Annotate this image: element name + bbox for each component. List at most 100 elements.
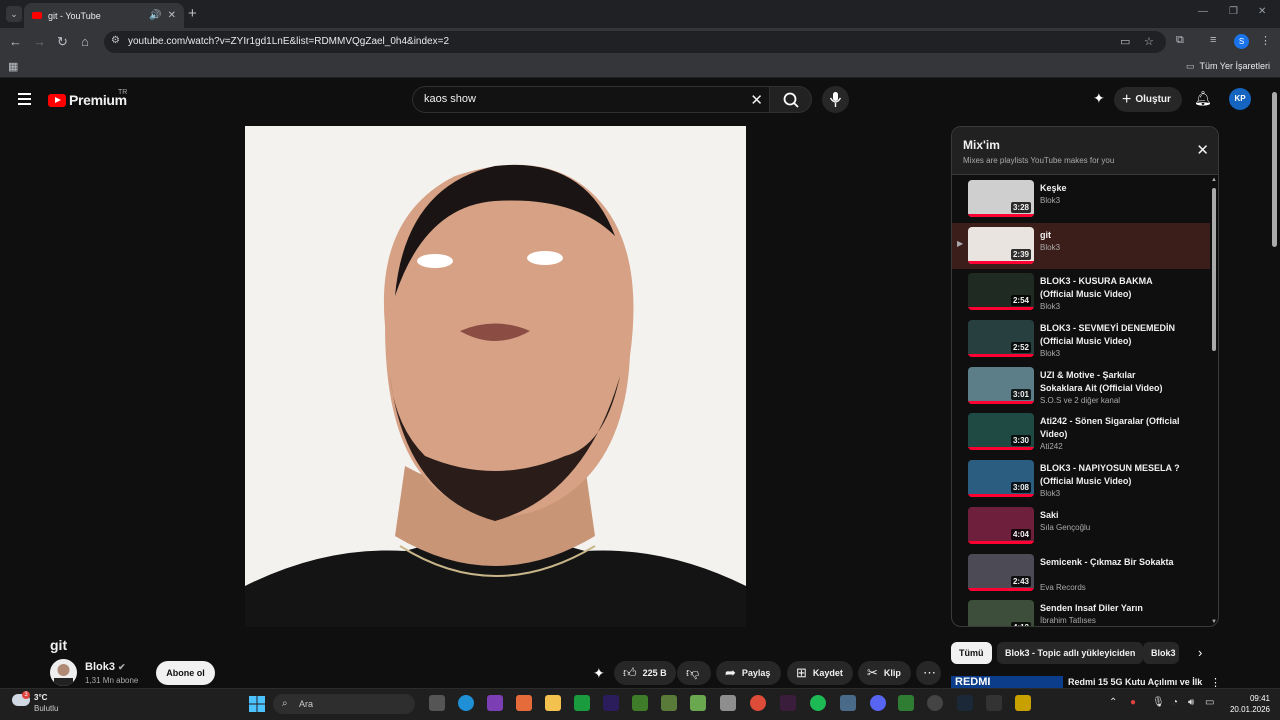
audio-playing-icon[interactable]: 🔊 [149, 10, 161, 21]
obs-icon[interactable] [927, 695, 943, 711]
chrome-icon[interactable] [750, 695, 766, 711]
new-tab-button[interactable]: + [188, 5, 197, 22]
search-button[interactable] [770, 86, 812, 113]
apps-grid-icon[interactable]: ▦ [8, 60, 18, 73]
browser-tab[interactable]: git - YouTube 🔊 ✕ [24, 3, 184, 28]
tray-overflow-icon[interactable]: ⌃ [1109, 697, 1117, 708]
forward-icon[interactable]: → [33, 34, 46, 49]
microphone-tray-icon[interactable]: 🎙︎ [1152, 697, 1165, 708]
back-icon[interactable]: ← [9, 34, 22, 49]
chip-all[interactable]: Tümü [951, 642, 992, 664]
recommended-video-title[interactable]: Redmi 15 5G Kutu Açılımı ve İlk [1068, 677, 1202, 687]
windows-start-icon[interactable] [249, 696, 265, 712]
playlist-item[interactable]: 3:30 Ati242 - Sönen Sigaralar (Official V… [952, 409, 1210, 456]
minimize-icon[interactable]: — [1198, 6, 1208, 17]
bookmark-star-icon[interactable]: ☆ [1144, 35, 1154, 48]
channel-name[interactable]: Blok3 ✔ [85, 661, 126, 673]
scroll-down-icon[interactable]: ▼ [1211, 619, 1217, 625]
channel-avatar[interactable] [50, 659, 77, 686]
chevron-right-icon[interactable]: › [1198, 645, 1202, 660]
chip-channel[interactable]: Blok3 [1143, 642, 1179, 664]
share-button[interactable]: ➦ Paylaş [716, 661, 781, 685]
clip-button[interactable]: ✂ Klip [858, 661, 911, 685]
app-icon[interactable] [898, 695, 914, 711]
account-avatar[interactable]: KP [1229, 88, 1251, 110]
page-scroll-thumb[interactable] [1272, 92, 1277, 247]
tab-close-icon[interactable]: ✕ [168, 10, 176, 21]
network-icon[interactable]: ◔ [1172, 697, 1178, 708]
file-explorer-icon[interactable] [545, 695, 561, 711]
app-icon[interactable] [487, 695, 503, 711]
playlist-item-title: BLOK3 - NAPIYOSUN MESELA ? (Official Mus… [1040, 463, 1180, 487]
app-icon[interactable] [840, 695, 856, 711]
save-button[interactable]: ⊞ Kaydet [787, 661, 853, 685]
subscribe-button[interactable]: Abone ol [156, 661, 215, 685]
video-player[interactable] [245, 126, 746, 627]
playlist-item-title: BLOK3 - SEVMEYİ DENEMEDİN (Official Musi… [1040, 323, 1176, 347]
playlist-item[interactable]: 2:52 BLOK3 - SEVMEYİ DENEMEDİN (Official … [952, 316, 1210, 363]
playlist-item[interactable]: 4:04 Saki Sıla Gençoğlu [952, 503, 1210, 550]
playlist-item[interactable]: 2:43 Semicenk - Çıkmaz Bir Sokakta Eva Rec… [952, 550, 1210, 597]
app-icon[interactable] [1015, 695, 1031, 711]
tray-app-icon[interactable]: ● [1130, 697, 1136, 708]
page-scrollbar[interactable] [1268, 80, 1280, 688]
edge-icon[interactable] [458, 695, 474, 711]
cast-icon[interactable]: ▭ [1120, 35, 1130, 48]
voice-search-button[interactable] [822, 86, 849, 113]
youtube-premium-logo[interactable]: Premium TR [48, 89, 127, 108]
steam-icon[interactable] [957, 695, 973, 711]
playlist-item-channel: Blok3 [1040, 196, 1061, 205]
site-info-icon[interactable]: ⚙ [111, 35, 120, 46]
premiere-icon[interactable] [603, 695, 619, 711]
reload-icon[interactable]: ↻ [57, 34, 68, 50]
copilot-icon[interactable] [516, 695, 532, 711]
app-icon[interactable] [986, 695, 1002, 711]
guide-menu-icon[interactable] [18, 93, 31, 105]
chip-topic-uploader[interactable]: Blok3 - Topic adlı yükleyiciden [997, 642, 1144, 664]
maximize-icon[interactable]: ❐ [1229, 6, 1238, 17]
bookmarks-bar: ▦ ▭ Tüm Yer İşaretleri [0, 56, 1280, 78]
search-input[interactable]: kaos show ✕ [412, 86, 770, 113]
discord-icon[interactable] [870, 695, 886, 711]
notifications-bell-icon[interactable]: 🔔︎ [1194, 90, 1212, 107]
window-close-icon[interactable]: ✕ [1258, 6, 1266, 17]
playlist-item[interactable]: 3:28 Keşke Blok3 [952, 176, 1210, 223]
create-button[interactable]: + Oluştur [1114, 87, 1182, 112]
volume-icon[interactable]: 🔊︎ [1188, 697, 1194, 708]
playlist-item[interactable]: 3:01 UZI & Motive - Şarkılar Sokaklara Ai… [952, 363, 1210, 410]
address-bar[interactable]: ⚙ youtube.com/watch?v=ZYIr1gd1LnE&list=R… [104, 31, 1166, 53]
playlist-item[interactable]: 3:08 BLOK3 - NAPIYOSUN MESELA ? (Official… [952, 456, 1210, 503]
app-icon[interactable] [780, 695, 796, 711]
playlist-scroll-thumb[interactable] [1212, 188, 1216, 351]
browser-profile-avatar[interactable]: S [1234, 34, 1249, 49]
home-icon[interactable]: ⌂ [81, 34, 89, 49]
media-control-icon[interactable]: ≡ [1210, 34, 1216, 46]
xbox-icon[interactable] [574, 695, 590, 711]
extensions-icon[interactable]: ⧉ [1176, 34, 1184, 47]
app-icon[interactable] [661, 695, 677, 711]
like-button[interactable]: 👍︎ 225 B [614, 661, 676, 685]
task-view-icon[interactable] [429, 695, 445, 711]
playlist-scrollbar[interactable]: ▲ ▼ [1210, 176, 1218, 626]
app-icon[interactable] [720, 695, 736, 711]
browser-menu-icon[interactable]: ⋮ [1260, 34, 1271, 47]
premium-sparkle-icon[interactable]: ✦ [593, 665, 605, 682]
tab-search-button[interactable]: ⌄ [6, 6, 22, 22]
system-clock[interactable]: 09:41 20.01.2026 [1224, 693, 1270, 715]
taskbar-search[interactable]: ⌕ Ara [273, 694, 415, 714]
battery-icon[interactable]: ▭ [1205, 697, 1214, 708]
close-playlist-icon[interactable]: ✕ [1196, 141, 1209, 159]
spotify-icon[interactable] [810, 695, 826, 711]
scroll-up-icon[interactable]: ▲ [1211, 177, 1217, 183]
playlist-item[interactable]: 2:54 BLOK3 - KUSURA BAKMA (Official Music… [952, 269, 1210, 316]
app-icon[interactable] [632, 695, 648, 711]
dislike-button[interactable]: 👎︎ [677, 661, 711, 685]
clear-search-icon[interactable]: ✕ [750, 91, 763, 109]
microphone-icon [829, 92, 842, 107]
minecraft-icon[interactable] [690, 695, 706, 711]
all-bookmarks-button[interactable]: ▭ Tüm Yer İşaretleri [1186, 61, 1270, 72]
more-actions-button[interactable]: ⋯ [916, 661, 941, 685]
premium-sparkle-icon[interactable]: ✦ [1093, 90, 1105, 107]
playlist-item[interactable]: ▶ 2:39 git Blok3 [952, 222, 1210, 270]
playlist-item[interactable]: 4:12 Senden Insaf Diler Yarın İbrahim Tatl… [952, 596, 1210, 626]
